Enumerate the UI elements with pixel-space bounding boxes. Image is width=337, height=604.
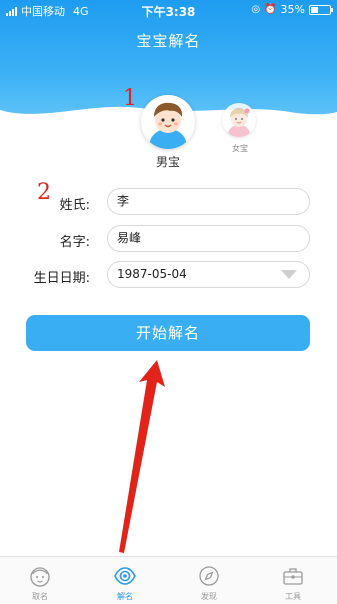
birthday-label: 生日日期: [33,271,90,286]
boy-avatar-button[interactable] [141,95,195,149]
boy-label: 男宝 [155,155,180,169]
tab-faxian-label: 发现 [201,592,217,601]
surname-label: 姓氏: [59,198,90,213]
tab-jieming[interactable]: 解名 [100,557,150,604]
tab-faxian[interactable]: 发现 [184,557,234,604]
girl-avatar-button[interactable] [222,103,256,137]
girl-label: 女宝 [232,144,248,153]
surname-value: 李 [117,194,130,208]
lock-rotation-icon: ◎ [251,4,261,15]
tab-jieming-label: 解名 [117,592,133,601]
dropdown-arrow-icon [281,270,297,279]
baby-face-icon [30,567,50,587]
tab-bar: 取名 解名 发现 工具 [0,556,337,604]
page-title: 宝宝解名 [136,32,201,50]
tab-gongju-label: 工具 [285,592,301,601]
girl-face-icon [223,104,255,137]
given-name-value: 易峰 [117,231,142,245]
tab-qiming-label: 取名 [32,592,48,601]
alarm-icon: ⏰ [264,4,277,15]
toolbox-icon [283,568,303,585]
battery-icon [309,4,333,15]
boy-face-icon [142,96,194,149]
surname-field[interactable]: 李 [107,188,310,215]
battery-percent: 35% [280,3,305,16]
given-name-field[interactable]: 易峰 [107,225,310,252]
start-decode-button[interactable]: 开始解名 [26,315,310,351]
eye-icon [114,567,136,585]
annotation-marker-1: 1 [123,86,137,111]
status-bar: 中国移动 4G 下午3:38 ◎ ⏰ 35% [0,0,337,20]
birthday-select[interactable]: 1987-05-04 [107,261,310,288]
given-name-label: 名字: [59,235,90,250]
birthday-value: 1987-05-04 [117,267,187,281]
tab-qiming[interactable]: 取名 [15,557,65,604]
compass-icon [199,566,219,586]
tab-gongju[interactable]: 工具 [268,557,318,604]
